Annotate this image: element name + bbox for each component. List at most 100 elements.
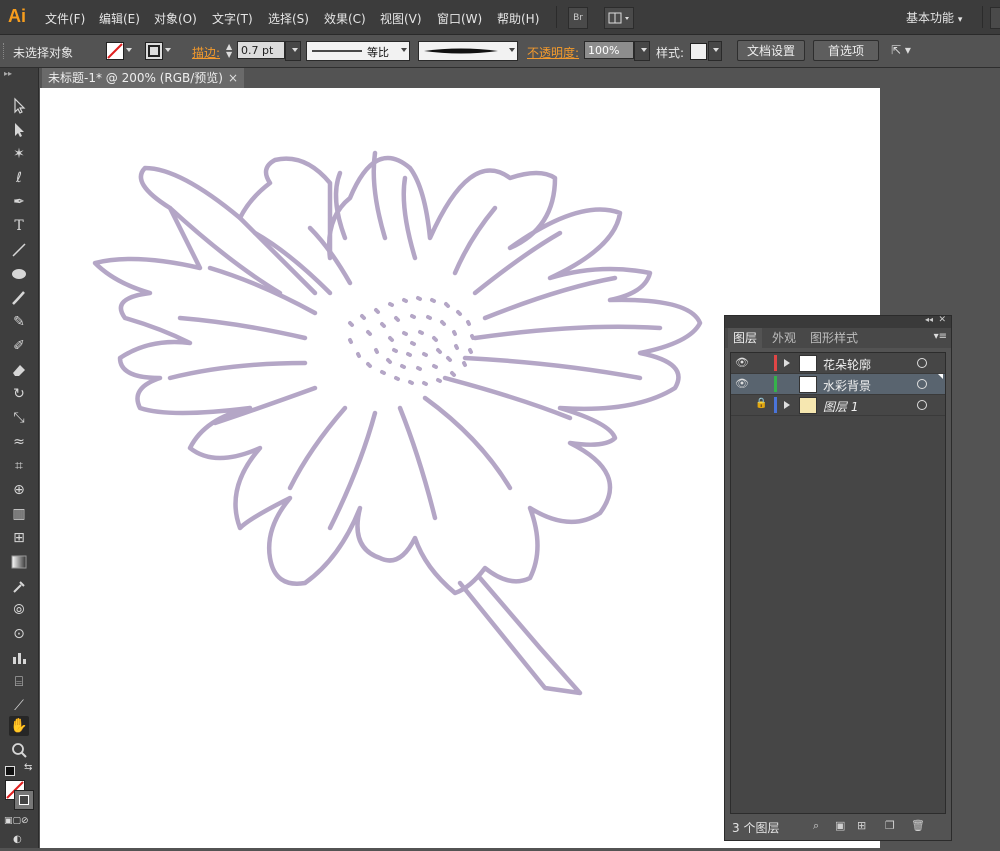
opacity-dropdown[interactable] (634, 41, 650, 61)
drawing-modes-icon[interactable]: ◐ (13, 834, 22, 845)
swap-colors-icon[interactable]: ⇆ (24, 762, 32, 773)
arrange-grid-icon (608, 12, 629, 24)
new-layer-icon[interactable]: ❐ (885, 819, 895, 832)
control-bar: 未选择对象 描边: ▲ ▼ 0.7 pt 等比 不透明度: 100% 样式: 文档… (0, 35, 1000, 68)
line-segment-tool-icon[interactable] (9, 240, 29, 260)
zoom-tool-icon[interactable] (9, 740, 29, 760)
opacity-field[interactable]: 100% (584, 41, 634, 59)
collapse-icon[interactable]: ▸▸ (4, 69, 12, 78)
workspace-switcher[interactable]: 基本功能 ▾ (906, 9, 962, 26)
menu-object[interactable]: 对象(O) (154, 10, 197, 27)
symbol-sprayer-tool-icon[interactable]: ⊙ (9, 624, 29, 644)
layer-name[interactable]: 水彩背景 (823, 377, 871, 394)
layer-row[interactable]: 👁 水彩背景 (731, 374, 945, 395)
close-panel-icon[interactable]: ✕ (938, 315, 946, 325)
eraser-tool-icon[interactable] (9, 360, 29, 380)
perspective-grid-tool-icon[interactable]: ▥ (9, 504, 29, 524)
brush-definition-dropdown[interactable] (418, 41, 518, 61)
gradient-tool-icon[interactable] (9, 552, 29, 572)
hand-tool-icon[interactable]: ✋ (9, 716, 29, 736)
menu-effect[interactable]: 效果(C) (324, 10, 366, 27)
new-sublayer-icon[interactable]: ⊞ (857, 819, 866, 832)
free-transform-tool-icon[interactable]: ⌗ (9, 456, 29, 476)
menu-file[interactable]: 文件(F) (45, 10, 85, 27)
pen-tool-icon[interactable]: ✒ (9, 192, 29, 212)
magic-wand-tool-icon[interactable]: ✶ (9, 144, 29, 164)
rotate-tool-icon[interactable]: ↻ (9, 384, 29, 404)
ellipse-tool-icon[interactable] (9, 264, 29, 284)
expand-triangle-icon[interactable] (784, 401, 790, 409)
visibility-eye-icon[interactable]: 👁 (735, 356, 749, 369)
collapse-panel-icon[interactable]: ◂◂ (925, 315, 933, 324)
document-tab-title: 未标题-1* @ 200% (RGB/预览) (48, 71, 223, 85)
panel-title-bar[interactable]: ◂◂ ✕ (725, 315, 951, 328)
lasso-tool-icon[interactable]: ℓ (9, 168, 29, 188)
fill-dropdown-icon[interactable] (126, 48, 132, 52)
target-circle-icon[interactable] (917, 400, 927, 410)
paintbrush-tool-icon[interactable] (9, 288, 29, 308)
warp-tool-icon[interactable]: ≈ (9, 432, 29, 452)
stroke-color-indicator[interactable] (14, 790, 34, 810)
grip-icon (3, 43, 7, 59)
menu-view[interactable]: 视图(V) (380, 10, 422, 27)
arrange-documents-button[interactable] (604, 7, 634, 29)
tab-layers[interactable]: 图层 (728, 328, 763, 348)
menu-window[interactable]: 窗口(W) (437, 10, 482, 27)
menu-type[interactable]: 文字(T) (212, 10, 253, 27)
layer-name[interactable]: 花朵轮廓 (823, 356, 871, 373)
scale-tool-icon[interactable]: ⤡ (9, 408, 29, 428)
preferences-button[interactable]: 首选项 (813, 40, 879, 61)
graphic-style-dropdown[interactable] (708, 41, 722, 61)
close-icon[interactable]: × (228, 68, 238, 88)
blob-brush-tool-icon[interactable]: ✐ (9, 336, 29, 356)
target-circle-icon[interactable] (917, 358, 927, 368)
blend-tool-icon[interactable]: ⦾ (9, 600, 29, 620)
eyedropper-tool-icon[interactable] (9, 576, 29, 596)
expand-triangle-icon[interactable] (784, 359, 790, 367)
menu-bar: Ai 文件(F) 编辑(E) 对象(O) 文字(T) 选择(S) 效果(C) 视… (0, 0, 1000, 35)
selection-tool-icon[interactable] (9, 96, 29, 116)
menu-select[interactable]: 选择(S) (268, 10, 309, 27)
color-modes-icon[interactable]: ▣▢⊘ (4, 816, 29, 826)
column-graph-tool-icon[interactable] (9, 648, 29, 668)
menu-edit[interactable]: 编辑(E) (99, 10, 140, 27)
style-label: 样式: (656, 46, 685, 60)
shape-builder-tool-icon[interactable]: ⊕ (9, 480, 29, 500)
direct-selection-tool-icon[interactable] (9, 120, 29, 140)
delete-layer-icon[interactable]: 🗑 (911, 819, 925, 832)
stepper-icon[interactable]: ▲ ▼ (226, 43, 232, 59)
bridge-button[interactable]: Br (568, 7, 588, 29)
layer-row[interactable]: 🔒 图层 1 (731, 395, 945, 416)
fill-swatch[interactable] (106, 42, 124, 60)
align-options-icon[interactable]: ⇱ ▾ (891, 43, 911, 57)
stroke-dropdown-icon[interactable] (165, 48, 171, 52)
layer-name[interactable]: 图层 1 (823, 398, 858, 415)
visibility-eye-icon[interactable]: 👁 (735, 377, 749, 390)
tab-graphic-styles[interactable]: 图形样式 (805, 328, 863, 348)
stroke-swatch[interactable] (145, 42, 163, 60)
layer-row[interactable]: 👁 花朵轮廓 (731, 353, 945, 374)
selection-corner-icon (938, 374, 943, 379)
slice-tool-icon[interactable]: ⟋ (9, 696, 29, 716)
mesh-tool-icon[interactable]: ⊞ (9, 528, 29, 548)
search-help-field[interactable] (990, 7, 1000, 29)
default-colors-icon[interactable] (5, 766, 15, 776)
pencil-tool-icon[interactable]: ✎ (9, 312, 29, 332)
clipping-mask-icon[interactable]: ▣ (835, 819, 845, 832)
type-tool-icon[interactable]: T (9, 216, 29, 236)
tab-appearance[interactable]: 外观 (767, 328, 801, 348)
locate-object-icon[interactable]: ⌕ (813, 819, 819, 833)
panel-menu-icon[interactable]: ▾≡ (934, 331, 947, 342)
variable-width-profile-dropdown[interactable]: 等比 (306, 41, 410, 61)
opacity-link[interactable]: 不透明度: (527, 44, 579, 61)
lock-icon[interactable]: 🔒 (755, 398, 767, 409)
stroke-weight-field[interactable]: 0.7 pt (237, 41, 285, 59)
target-circle-icon[interactable] (917, 379, 927, 389)
document-tab[interactable]: 未标题-1* @ 200% (RGB/预览) × (42, 68, 244, 88)
menu-help[interactable]: 帮助(H) (497, 10, 539, 27)
artboard-tool-icon[interactable]: ⌸ (9, 672, 29, 692)
graphic-style-swatch[interactable] (690, 43, 707, 60)
stroke-link[interactable]: 描边: (192, 44, 220, 61)
document-setup-button[interactable]: 文档设置 (737, 40, 805, 61)
stroke-weight-dropdown[interactable] (285, 41, 301, 61)
